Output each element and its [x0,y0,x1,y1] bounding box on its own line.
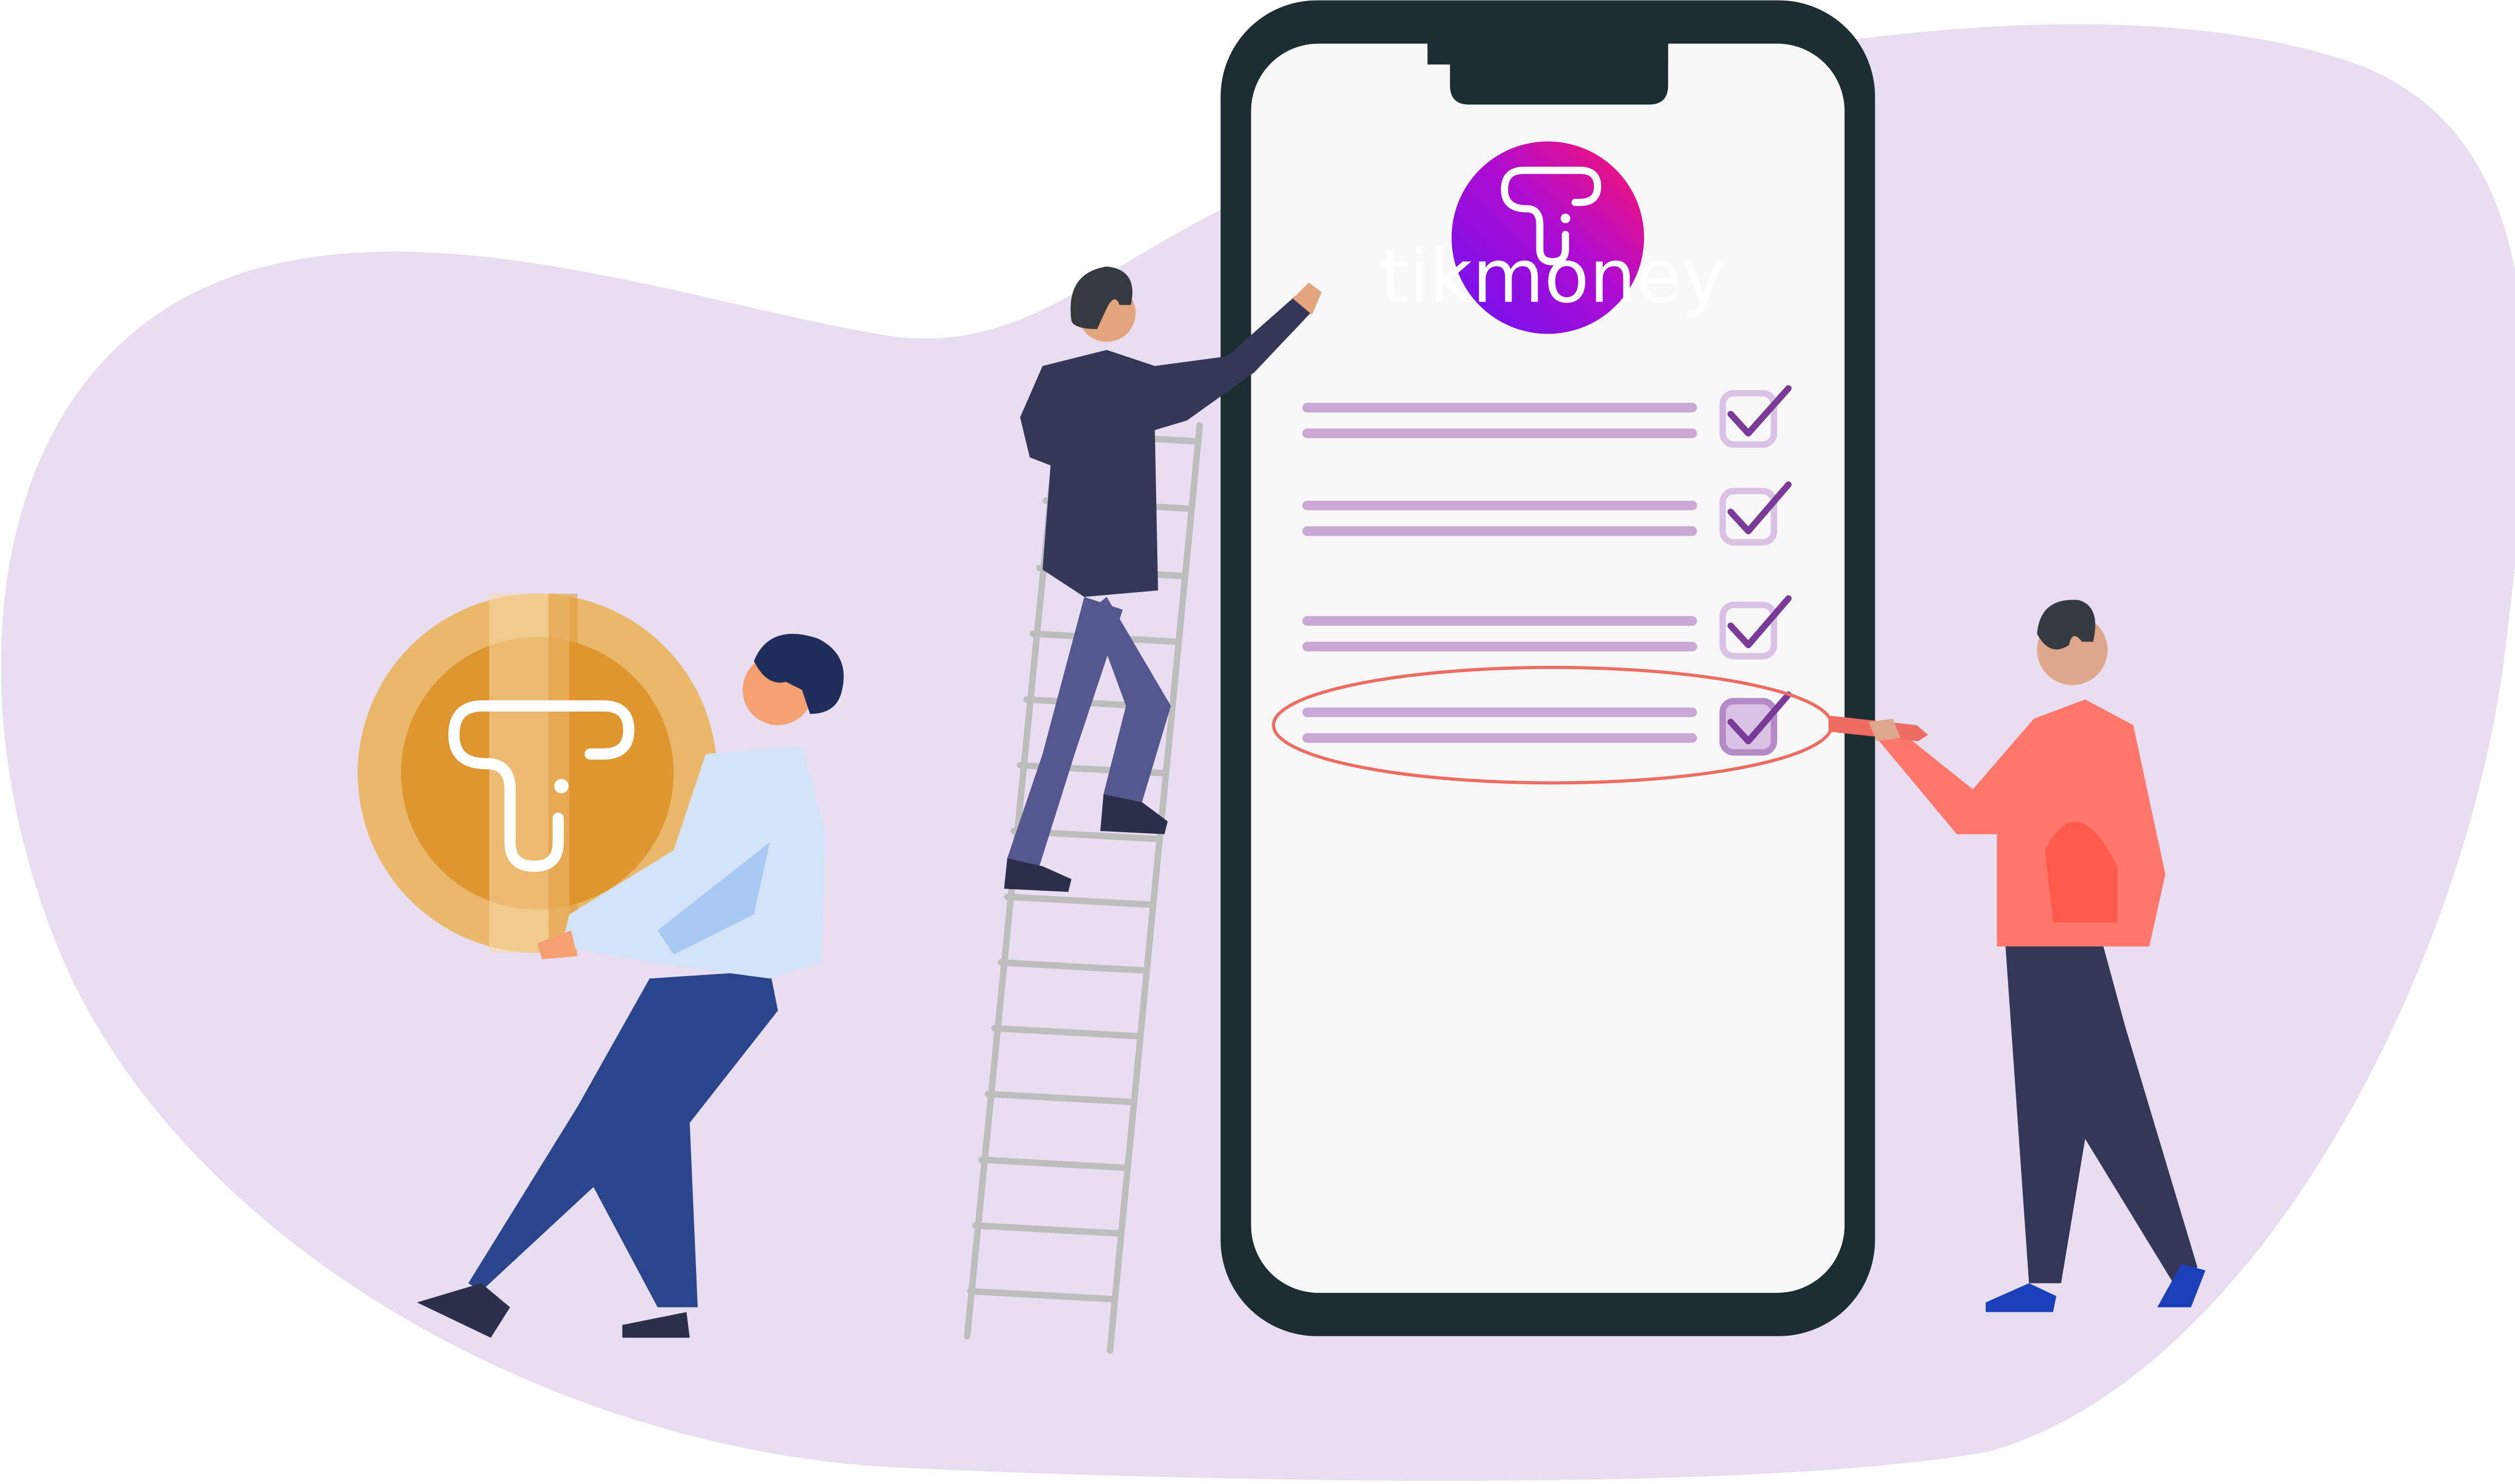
onboarding-illustration: tikmoney [1,0,2515,1481]
checkbox[interactable] [1719,697,1778,756]
app-name: tikmoney [1380,234,1725,320]
phone: tikmoney [1220,0,1876,1336]
